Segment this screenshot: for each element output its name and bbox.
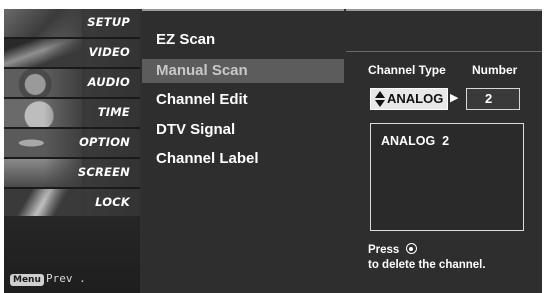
channel-submenu: EZ Scan Manual Scan Channel Edit DTV Sig… xyxy=(142,9,344,293)
number-label: Number xyxy=(472,63,518,77)
menu-item-audio[interactable]: AUDIO xyxy=(4,69,140,97)
menu-item-setup[interactable]: SETUP xyxy=(4,9,140,37)
channel-type-label: Channel Type xyxy=(368,63,446,77)
channel-number-field[interactable]: 2 xyxy=(466,88,520,110)
submenu-item-ez-scan[interactable]: EZ Scan xyxy=(156,31,215,48)
right-arrow-icon: ▶ xyxy=(450,91,459,104)
channel-list-item[interactable]: ANALOG 2 xyxy=(381,134,449,148)
prev-label: Prev . xyxy=(46,272,86,285)
channel-type-selector[interactable]: ANALOG xyxy=(370,88,448,110)
submenu-item-manual-scan[interactable]: Manual Scan xyxy=(156,62,248,79)
menu-label-option: OPTION xyxy=(79,135,130,149)
menu-item-time[interactable]: TIME xyxy=(4,99,140,127)
channel-type-value: ANALOG xyxy=(387,91,444,106)
up-down-arrows-icon xyxy=(375,91,385,107)
press-instruction: Press xyxy=(368,243,417,256)
menu-key-icon: Menu xyxy=(10,274,44,286)
submenu-item-channel-label[interactable]: Channel Label xyxy=(156,150,259,167)
menu-item-screen[interactable]: SCREEN xyxy=(4,159,140,187)
press-text: Press xyxy=(368,244,400,256)
menu-label-setup: SETUP xyxy=(87,15,130,29)
ok-button-icon xyxy=(405,243,417,254)
menu-label-audio: AUDIO xyxy=(87,75,130,89)
submenu-item-channel-edit[interactable]: Channel Edit xyxy=(156,91,248,108)
main-menu: SETUP VIDEO AUDIO TIME OPTION SCREEN LOC… xyxy=(4,9,140,293)
menu-label-screen: SCREEN xyxy=(77,165,130,179)
menu-label-time: TIME xyxy=(97,105,130,119)
menu-item-lock[interactable]: LOCK xyxy=(4,189,140,217)
delete-hint: to delete the channel. xyxy=(368,259,486,271)
channel-number-value: 2 xyxy=(485,91,493,106)
submenu-item-dtv-signal[interactable]: DTV Signal xyxy=(156,121,235,138)
tv-menu-screen: SETUP VIDEO AUDIO TIME OPTION SCREEN LOC… xyxy=(4,9,542,293)
menu-label-lock: LOCK xyxy=(95,195,130,209)
manual-scan-panel: Channel Type Number ANALOG ▶ 2 ANALOG 2 … xyxy=(346,9,542,293)
menu-item-video[interactable]: VIDEO xyxy=(4,39,140,67)
panel-header xyxy=(346,11,542,52)
menu-item-option[interactable]: OPTION xyxy=(4,129,140,157)
menu-label-video: VIDEO xyxy=(88,45,130,59)
channel-list: ANALOG 2 xyxy=(370,123,524,231)
